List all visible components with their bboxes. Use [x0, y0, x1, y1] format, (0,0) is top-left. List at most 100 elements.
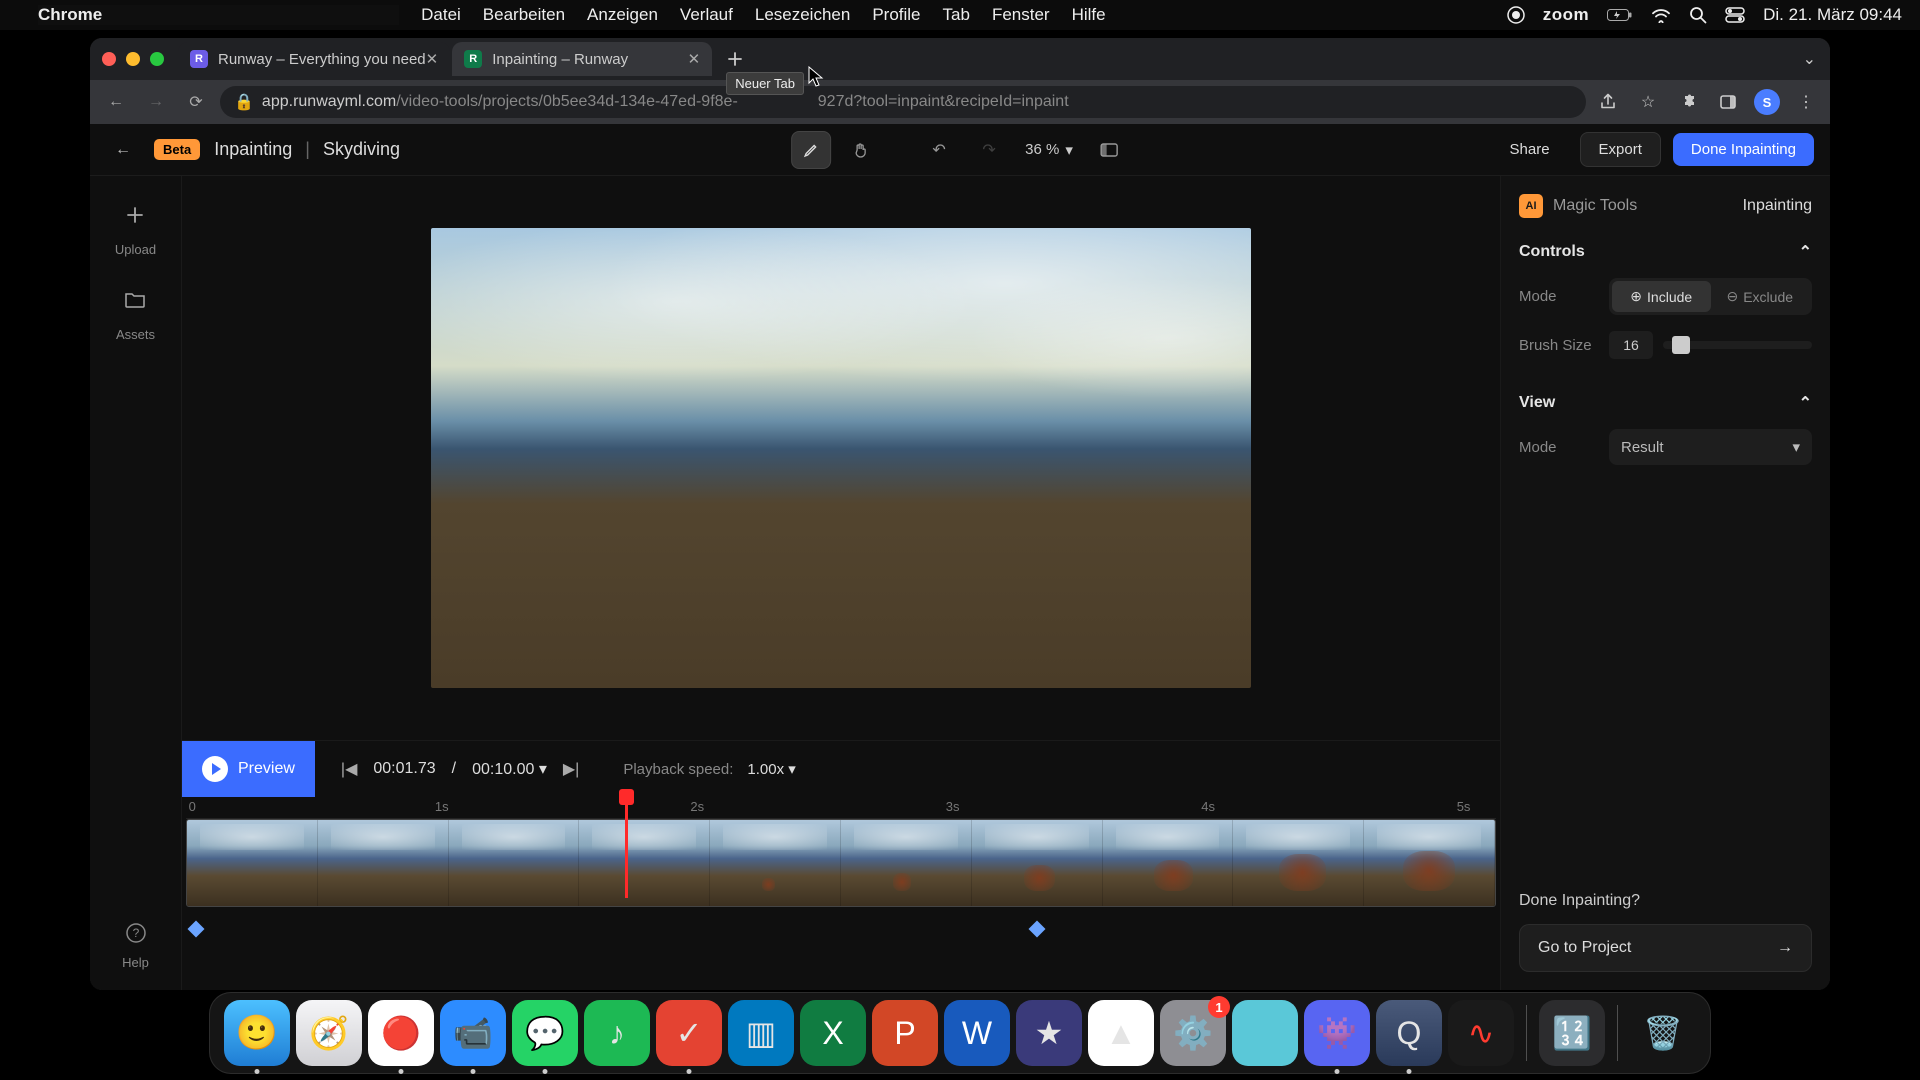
tab-search-icon[interactable]: ⌄: [1803, 49, 1816, 69]
menu-datei[interactable]: Datei: [421, 5, 461, 25]
window-minimize-icon[interactable]: [126, 52, 140, 66]
controls-section-header[interactable]: Controls ⌃: [1519, 242, 1812, 262]
window-zoom-icon[interactable]: [150, 52, 164, 66]
undo-button[interactable]: ↶: [919, 131, 959, 169]
dock-safari[interactable]: 🧭: [296, 1000, 362, 1066]
help-button[interactable]: ? Help: [122, 922, 149, 970]
keyframe-icon[interactable]: [187, 921, 204, 938]
dock-imovie[interactable]: ★: [1016, 1000, 1082, 1066]
close-tab-icon[interactable]: ✕: [688, 50, 701, 68]
total-time[interactable]: 00:10.00 ▾: [472, 759, 547, 779]
address-bar[interactable]: 🔒 app.runwayml.com/video-tools/projects/…: [220, 86, 1586, 118]
menu-verlauf[interactable]: Verlauf: [680, 5, 733, 25]
spotlight-icon[interactable]: [1689, 6, 1707, 24]
skip-start-button[interactable]: |◀: [341, 759, 357, 779]
back-button[interactable]: ←: [100, 86, 132, 118]
preview-button[interactable]: Preview: [182, 741, 315, 797]
dock-powerpoint[interactable]: P: [872, 1000, 938, 1066]
dock-discord[interactable]: 👾: [1304, 1000, 1370, 1066]
brush-size-input[interactable]: [1609, 331, 1653, 359]
dock-word[interactable]: W: [944, 1000, 1010, 1066]
dock-calculator[interactable]: 🔢: [1539, 1000, 1605, 1066]
thumbnail[interactable]: [1233, 820, 1364, 906]
exclude-option[interactable]: ⊖Exclude: [1711, 281, 1810, 312]
include-option[interactable]: ⊕Include: [1612, 281, 1711, 312]
upload-button[interactable]: Upload: [115, 196, 156, 257]
go-to-project-button[interactable]: Go to Project →: [1519, 924, 1812, 972]
dock-settings[interactable]: ⚙️1: [1160, 1000, 1226, 1066]
dock-excel[interactable]: X: [800, 1000, 866, 1066]
control-center-icon[interactable]: [1725, 7, 1745, 23]
dock-trash[interactable]: 🗑️: [1630, 1000, 1696, 1066]
hand-tool-button[interactable]: [841, 131, 881, 169]
close-tab-icon[interactable]: ✕: [426, 50, 439, 68]
battery-icon[interactable]: [1607, 8, 1633, 22]
record-icon[interactable]: [1507, 6, 1525, 24]
dock-finder[interactable]: 🙂: [224, 1000, 290, 1066]
time-ruler[interactable]: 0 1s 2s 3s 4s 5s: [186, 797, 1496, 819]
export-button[interactable]: Export: [1580, 132, 1661, 167]
mode-toggle[interactable]: ⊕Include ⊖Exclude: [1609, 278, 1812, 315]
brush-tool-button[interactable]: [791, 131, 831, 169]
chrome-menu-icon[interactable]: ⋮: [1792, 88, 1820, 116]
dock-spotify[interactable]: ♪: [584, 1000, 650, 1066]
menu-hilfe[interactable]: Hilfe: [1072, 5, 1106, 25]
slider-thumb[interactable]: [1672, 336, 1690, 354]
dock-drive[interactable]: ▲: [1088, 1000, 1154, 1066]
tab-runway-home[interactable]: R Runway – Everything you need ✕: [178, 42, 450, 76]
view-toggle-button[interactable]: [1089, 131, 1129, 169]
zoom-menu[interactable]: zoom: [1543, 5, 1589, 25]
speed-select[interactable]: 1.00x ▾: [747, 760, 795, 778]
done-inpainting-button[interactable]: Done Inpainting: [1673, 133, 1814, 166]
dock-whatsapp[interactable]: 💬: [512, 1000, 578, 1066]
share-button[interactable]: Share: [1492, 133, 1568, 166]
sidepanel-icon[interactable]: [1714, 88, 1742, 116]
menu-anzeigen[interactable]: Anzeigen: [587, 5, 658, 25]
keyframe-track[interactable]: [186, 917, 1496, 947]
new-tab-button[interactable]: Neuer Tab: [720, 44, 750, 74]
assets-button[interactable]: Assets: [116, 281, 155, 342]
extensions-icon[interactable]: [1674, 88, 1702, 116]
menu-lesezeichen[interactable]: Lesezeichen: [755, 5, 850, 25]
thumbnail[interactable]: [187, 820, 318, 906]
skip-end-button[interactable]: ▶|: [563, 759, 579, 779]
video-canvas[interactable]: [182, 176, 1500, 740]
brush-size-slider[interactable]: [1663, 341, 1812, 349]
dock-quicktime[interactable]: Q: [1376, 1000, 1442, 1066]
keyframe-icon[interactable]: [1028, 921, 1045, 938]
view-mode-select[interactable]: Result ▾: [1609, 429, 1812, 465]
playhead[interactable]: [625, 797, 628, 898]
datetime[interactable]: Di. 21. März 09:44: [1763, 5, 1902, 25]
profile-avatar[interactable]: S: [1754, 89, 1780, 115]
thumbnail[interactable]: [318, 820, 449, 906]
thumbnail[interactable]: [710, 820, 841, 906]
tab-inpainting[interactable]: R Inpainting – Runway ✕: [452, 42, 712, 76]
dock-trello[interactable]: ▥: [728, 1000, 794, 1066]
menu-profile[interactable]: Profile: [872, 5, 920, 25]
app-name[interactable]: Chrome: [38, 5, 399, 25]
window-close-icon[interactable]: [102, 52, 116, 66]
menu-fenster[interactable]: Fenster: [992, 5, 1050, 25]
menu-bearbeiten[interactable]: Bearbeiten: [483, 5, 565, 25]
dock-app-teal[interactable]: [1232, 1000, 1298, 1066]
thumbnail[interactable]: [449, 820, 580, 906]
menu-tab[interactable]: Tab: [943, 5, 970, 25]
thumbnail[interactable]: [579, 820, 710, 906]
thumbnail-strip[interactable]: [186, 819, 1496, 907]
thumbnail[interactable]: [1103, 820, 1234, 906]
zoom-select[interactable]: 36 % ▾: [1019, 141, 1079, 159]
bookmark-icon[interactable]: ☆: [1634, 88, 1662, 116]
dock-chrome[interactable]: 🔴: [368, 1000, 434, 1066]
wifi-icon[interactable]: [1651, 8, 1671, 23]
reload-button[interactable]: ⟳: [180, 86, 212, 118]
forward-button[interactable]: →: [140, 86, 172, 118]
share-icon[interactable]: [1594, 88, 1622, 116]
dock-zoom[interactable]: 📹: [440, 1000, 506, 1066]
dock-todoist[interactable]: ✓: [656, 1000, 722, 1066]
thumbnail[interactable]: [972, 820, 1103, 906]
thumbnail[interactable]: [1364, 820, 1495, 906]
view-section-header[interactable]: View ⌃: [1519, 393, 1812, 413]
dock-audio-app[interactable]: ∿: [1448, 1000, 1514, 1066]
app-back-button[interactable]: ←: [106, 133, 140, 167]
redo-button[interactable]: ↷: [969, 131, 1009, 169]
